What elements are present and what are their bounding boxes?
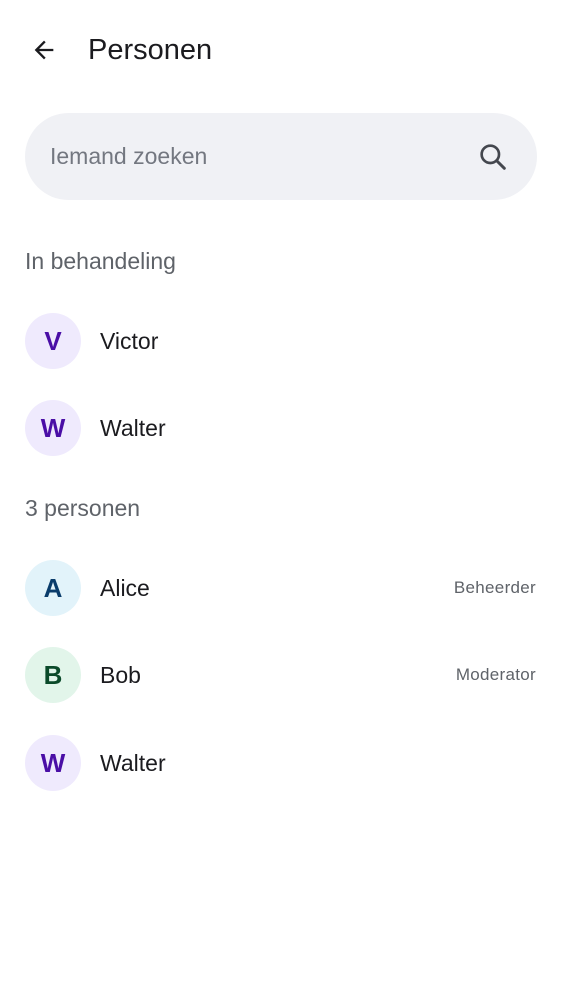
- pending-member-row[interactable]: W Walter: [0, 385, 562, 471]
- member-row[interactable]: B Bob Moderator: [0, 632, 562, 718]
- members-section-header: 3 personen: [25, 495, 141, 521]
- member-name: Walter: [100, 415, 166, 441]
- search-bar[interactable]: [25, 113, 537, 200]
- top-app-bar: Personen: [0, 0, 562, 100]
- pending-member-row[interactable]: V Victor: [0, 298, 562, 384]
- member-name: Bob: [100, 662, 141, 688]
- avatar: W: [25, 400, 81, 456]
- search-icon[interactable]: [477, 141, 509, 173]
- page-title: Personen: [88, 34, 213, 66]
- pending-section-header: In behandeling: [25, 248, 176, 274]
- member-row[interactable]: W Walter: [0, 720, 562, 806]
- avatar: A: [25, 560, 81, 616]
- member-name: Walter: [100, 750, 166, 776]
- search-input[interactable]: [50, 113, 470, 200]
- role-label: Beheerder: [453, 578, 536, 597]
- role-label: Moderator: [455, 665, 536, 684]
- member-name: Victor: [100, 328, 159, 354]
- avatar: B: [25, 647, 81, 703]
- avatar: W: [25, 735, 81, 791]
- avatar: V: [25, 313, 81, 369]
- back-button[interactable]: [20, 26, 68, 74]
- member-row[interactable]: A Alice Beheerder: [0, 545, 562, 631]
- arrow-left-icon: [34, 40, 54, 60]
- member-name: Alice: [100, 575, 150, 601]
